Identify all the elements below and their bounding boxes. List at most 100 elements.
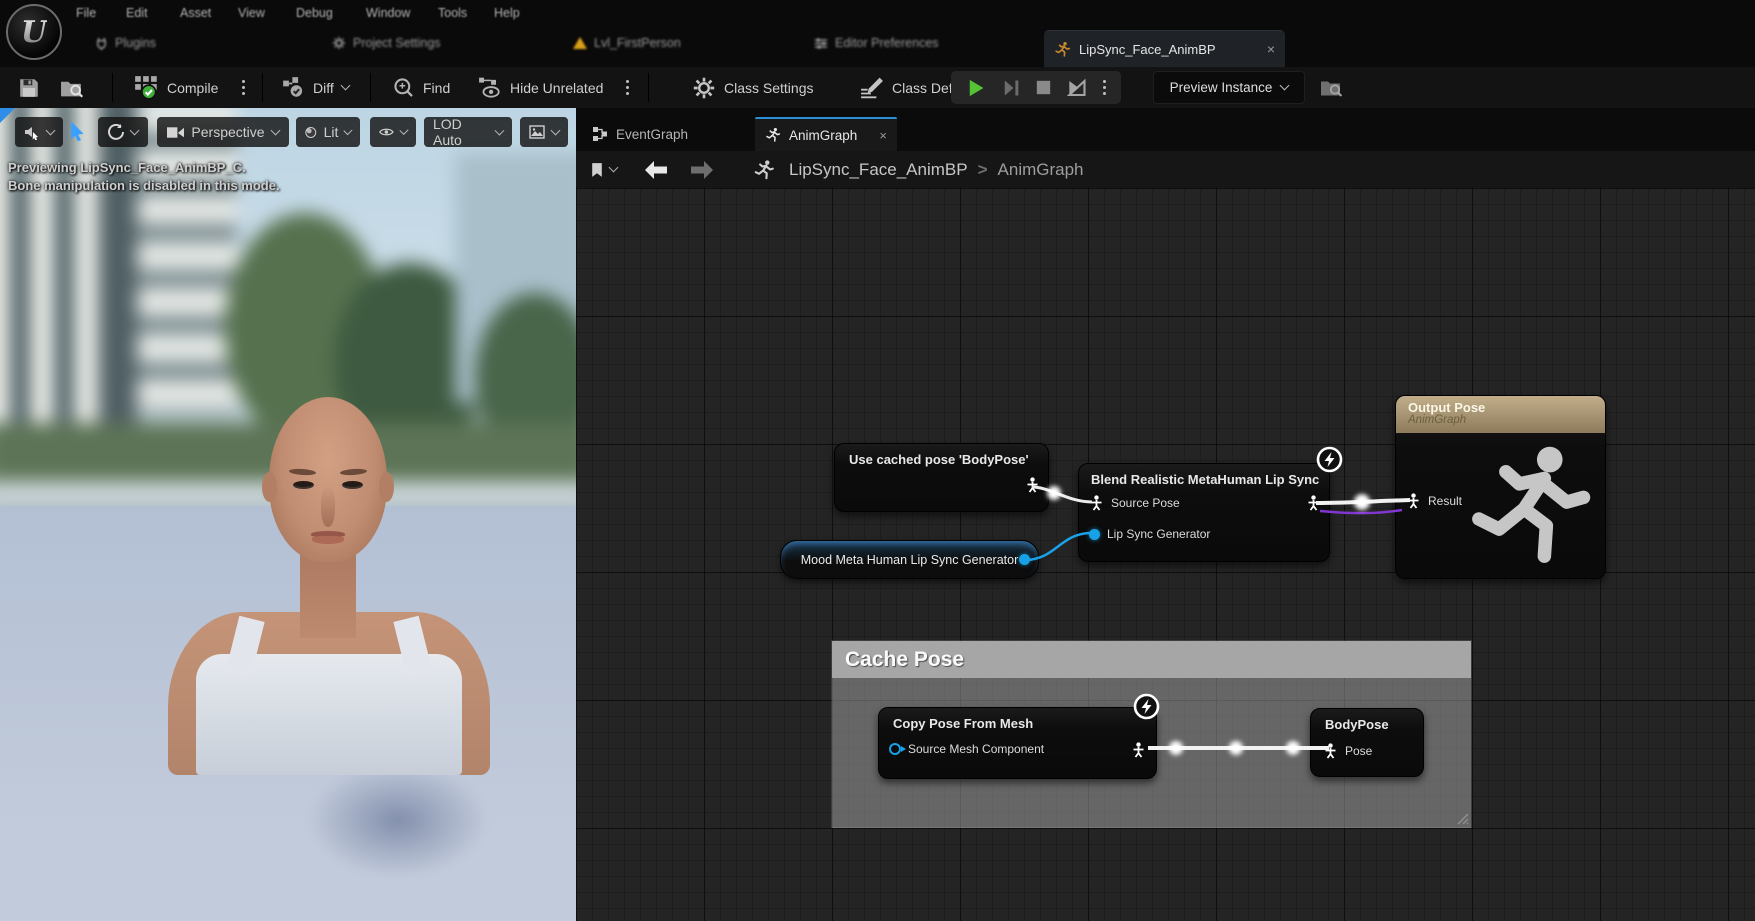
screenshot-dropdown[interactable] [520,117,568,147]
find-button[interactable]: Find [392,67,450,108]
menu-view[interactable]: View [238,6,265,20]
menu-debug[interactable]: Debug [296,6,333,20]
browse-preview-button[interactable] [1320,67,1344,108]
advance-frame-icon[interactable] [1067,78,1088,98]
select-tool-button[interactable] [68,120,88,142]
play-icon[interactable] [966,78,986,98]
compile-options-button[interactable] [242,67,245,108]
tab-animgraph-label: AnimGraph [789,128,857,143]
eventgraph-icon [592,126,608,142]
viewport-focus-corner [0,108,15,123]
chevron-down-icon [1280,81,1290,91]
node-title: Copy Pose From Mesh [879,708,1156,731]
preview-instance-dropdown[interactable]: Preview Instance [1153,71,1305,104]
sliders-icon [814,37,828,50]
forward-button[interactable] [689,160,715,180]
pin-label: Source Pose [1111,496,1180,510]
comment-resize-handle[interactable] [1455,811,1469,825]
save-button[interactable] [18,67,40,108]
pose-output-pin[interactable] [1306,495,1321,511]
node-output-pose[interactable]: Output Pose AnimGraph Result [1395,395,1606,579]
pin-row-pose[interactable]: Pose [1323,743,1372,759]
node-bodypose[interactable]: BodyPose Pose [1310,708,1424,777]
character-shadow [308,763,488,878]
toolbar-separator [648,73,649,102]
node-blend-metahuman-lipsync[interactable]: Blend Realistic MetaHuman Lip Sync Sourc… [1078,463,1330,562]
node-mood-lipsync-generator[interactable]: Mood Meta Human Lip Sync Generator [780,540,1039,579]
pose-output-pin[interactable] [1025,477,1040,493]
perspective-dropdown[interactable]: Perspective [157,117,289,147]
object-pin[interactable] [1089,529,1100,540]
browse-to-asset-button[interactable] [60,67,85,108]
tab-close-icon[interactable]: × [1267,41,1275,57]
pose-watch-badge[interactable] [1133,693,1160,720]
graph-panel: EventGraph AnimGraph × LipSync_Fa [576,108,1755,921]
comment-title-bar[interactable]: Cache Pose [832,641,1471,678]
menu-edit[interactable]: Edit [126,6,148,20]
pose-input-pin[interactable] [1406,493,1421,509]
node-title: BodyPose [1311,709,1423,732]
pin-row-source-pose[interactable]: Source Pose [1089,495,1180,511]
diff-label: Diff [313,80,334,96]
tab-project-settings[interactable]: Project Settings [332,36,441,50]
menu-asset[interactable]: Asset [180,6,211,20]
breadcrumb-current[interactable]: AnimGraph [998,160,1084,180]
pose-input-pin[interactable] [1089,495,1104,511]
menu-tools[interactable]: Tools [438,6,467,20]
object-input-pin[interactable] [889,743,901,755]
node-title: Mood Meta Human Lip Sync Generator [801,553,1018,567]
unreal-logo-icon[interactable]: U [6,4,62,60]
animgraph-canvas[interactable]: Cache Pose Use cached pose 'BodyPose' [576,188,1755,921]
class-settings-button[interactable]: Class Settings [692,67,813,108]
show-flags-dropdown[interactable] [370,117,416,147]
lit-mode-dropdown[interactable]: Lit [296,117,360,147]
object-output-pin[interactable] [1019,554,1030,565]
pencil-lines-icon [860,76,884,99]
gear-icon [692,76,716,100]
chevron-down-icon [609,163,619,173]
tab-plugins[interactable]: Plugins [95,36,156,50]
pose-output-pin[interactable] [1131,742,1146,758]
graph-tab-strip: EventGraph AnimGraph × [576,108,1755,151]
bookmark-dropdown[interactable] [590,162,617,178]
tab-lipsync-label: LipSync_Face_AnimBP [1079,42,1216,57]
tab-editor-preferences[interactable]: Editor Preferences [814,36,939,50]
pin-row-result[interactable]: Result [1406,493,1462,509]
compile-button[interactable]: Compile [134,67,218,108]
tab-close-icon[interactable]: × [879,128,887,143]
hide-unrelated-options-button[interactable] [626,67,629,108]
viewport-tool-dropdown[interactable] [15,117,63,147]
transform-tool-dropdown[interactable] [98,117,148,147]
hide-unrelated-label: Hide Unrelated [510,80,603,96]
menu-file[interactable]: File [76,6,96,20]
character-head [269,397,387,562]
step-forward-icon[interactable] [1001,78,1021,98]
hide-unrelated-button[interactable]: Hide Unrelated [478,67,603,108]
preview-viewport[interactable]: Perspective Lit LOD Auto Previewing LipS… [0,108,576,921]
pin-row-source-mesh[interactable]: Source Mesh Component [889,742,1044,756]
node-subtitle: AnimGraph [1408,414,1593,426]
node-title: Output Pose [1408,400,1593,415]
node-use-cached-pose[interactable]: Use cached pose 'BodyPose' [834,443,1049,512]
pose-input-pin[interactable] [1323,743,1338,759]
lod-dropdown[interactable]: LOD Auto [424,117,512,147]
stop-icon[interactable] [1035,79,1052,96]
pose-watch-badge[interactable] [1316,446,1343,473]
menu-window[interactable]: Window [366,6,410,20]
tab-eventgraph[interactable]: EventGraph [582,117,698,151]
hide-unrelated-icon [478,76,502,99]
menu-help[interactable]: Help [494,6,520,20]
kebab-icon[interactable] [1103,80,1106,95]
perspective-label: Perspective [191,124,264,140]
node-copy-pose-from-mesh[interactable]: Copy Pose From Mesh Source Mesh Componen… [878,707,1157,779]
pin-row-lipsync-generator[interactable]: Lip Sync Generator [1089,527,1210,541]
tab-lipsync-face-animbp[interactable]: LipSync_Face_AnimBP × [1044,30,1285,67]
warning-triangle-icon [573,37,587,49]
toolbar-separator [112,73,113,102]
tab-animgraph[interactable]: AnimGraph × [755,117,897,151]
tab-lvl-firstperson[interactable]: Lvl_FirstPerson [573,36,681,50]
back-button[interactable] [643,160,669,180]
diff-button[interactable]: Diff [282,67,349,108]
chevron-down-icon [495,125,505,135]
breadcrumb-root[interactable]: LipSync_Face_AnimBP [789,160,968,180]
